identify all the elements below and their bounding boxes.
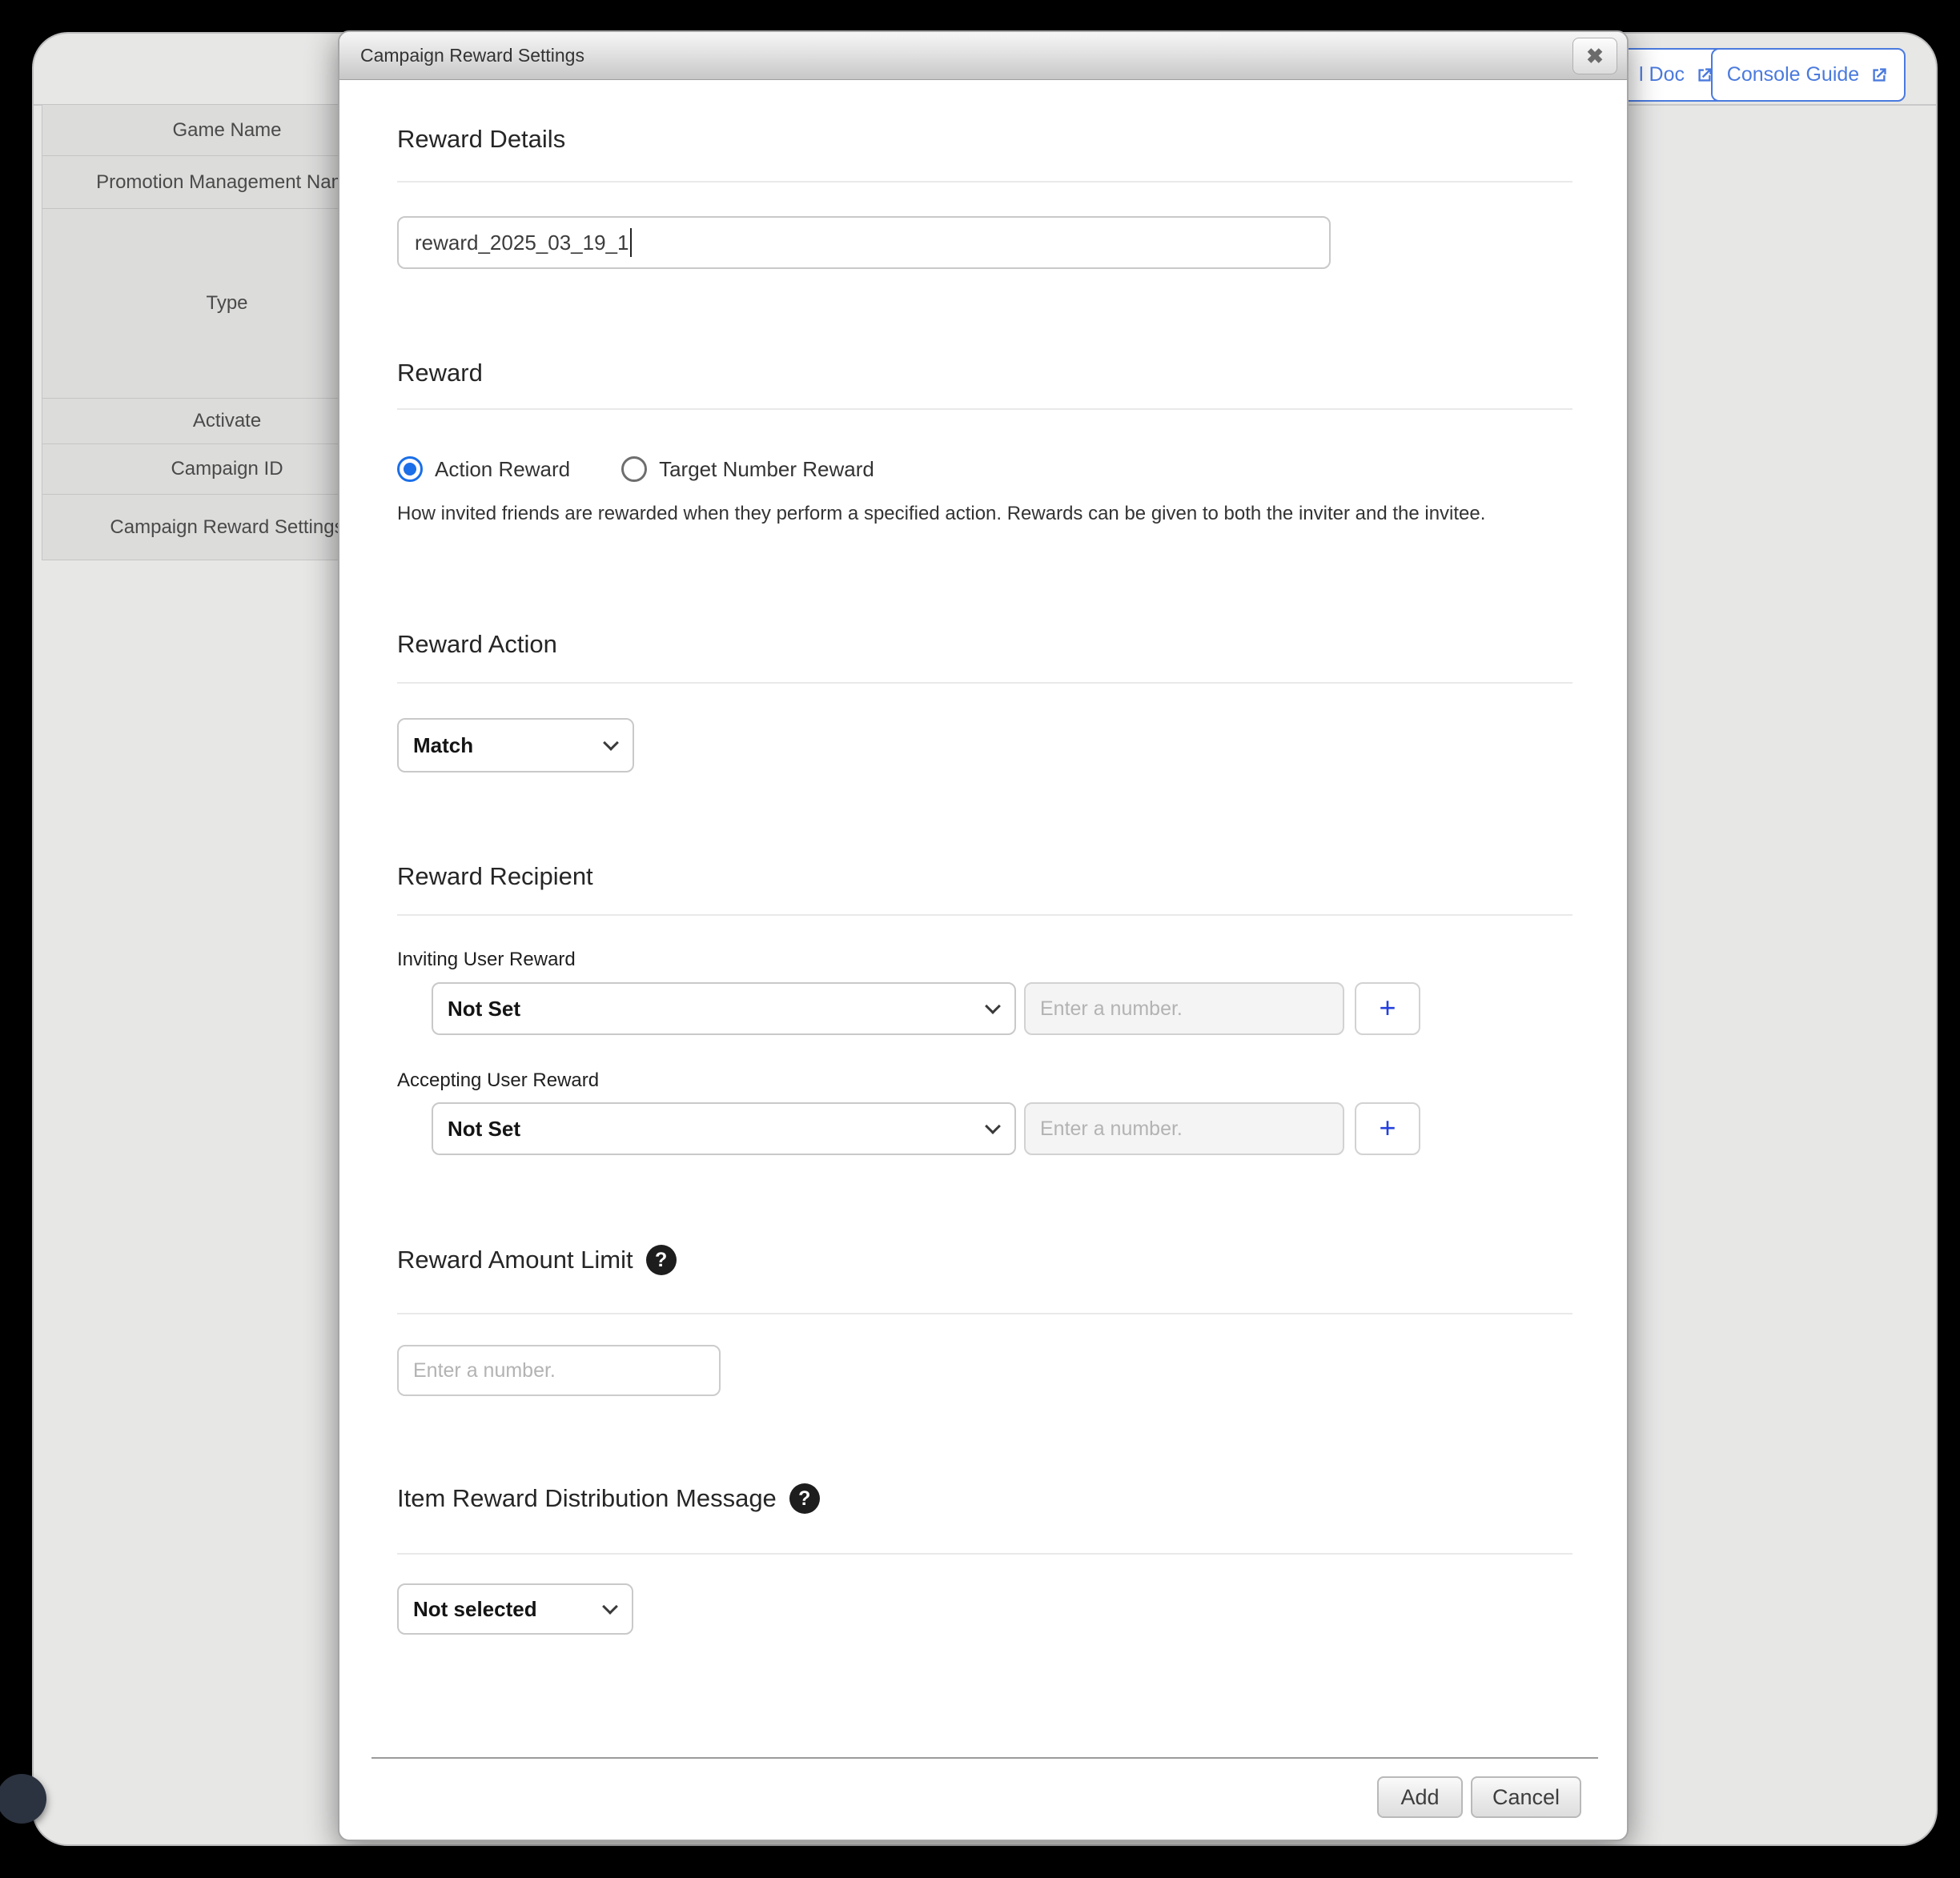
doc-button-label: l Doc	[1639, 63, 1685, 86]
accepting-user-reward-amount-input[interactable]	[1024, 1102, 1344, 1155]
accepting-user-reward-selected-value: Not Set	[448, 1117, 520, 1142]
cancel-button[interactable]: Cancel	[1471, 1776, 1581, 1818]
reward-type-radio-group: Action Reward Target Number Reward	[397, 456, 874, 482]
item-reward-message-selected-value: Not selected	[413, 1597, 537, 1622]
reward-action-selected-value: Match	[413, 733, 473, 758]
inviting-user-reward-label: Inviting User Reward	[397, 949, 576, 971]
footer-divider	[372, 1757, 1598, 1759]
reward-amount-limit-heading: Reward Amount Limit ?	[397, 1245, 677, 1275]
section-divider	[397, 1553, 1572, 1555]
external-link-icon	[1869, 65, 1890, 86]
accepting-user-reward-label: Accepting User Reward	[397, 1069, 599, 1092]
dialog-title: Campaign Reward Settings	[360, 45, 584, 66]
accepting-user-reward-add-button[interactable]: +	[1355, 1102, 1420, 1155]
section-divider	[397, 1313, 1572, 1314]
plus-icon: +	[1379, 993, 1396, 1022]
item-reward-distribution-message-heading: Item Reward Distribution Message ?	[397, 1483, 820, 1514]
reward-action-heading-text: Reward Action	[397, 630, 557, 659]
section-divider	[397, 408, 1572, 410]
section-divider	[397, 682, 1572, 684]
reward-amount-limit-heading-text: Reward Amount Limit	[397, 1246, 633, 1274]
radio-unselected-icon	[621, 456, 647, 482]
reward-action-select[interactable]: Match	[397, 718, 634, 772]
chevron-down-icon	[602, 1599, 618, 1615]
reward-name-input[interactable]: reward_2025_03_19_1	[397, 216, 1331, 269]
accepting-user-reward-select[interactable]: Not Set	[432, 1102, 1016, 1155]
radio-target-number-reward[interactable]: Target Number Reward	[621, 456, 874, 482]
section-divider	[397, 181, 1572, 183]
reward-action-heading: Reward Action	[397, 630, 557, 659]
radio-action-reward[interactable]: Action Reward	[397, 456, 570, 482]
inviting-user-reward-add-button[interactable]: +	[1355, 982, 1420, 1035]
dialog-titlebar: Campaign Reward Settings ✖	[339, 32, 1627, 80]
item-reward-distribution-message-heading-text: Item Reward Distribution Message	[397, 1484, 777, 1513]
radio-target-number-reward-label: Target Number Reward	[659, 457, 874, 482]
section-divider	[397, 914, 1572, 916]
chevron-down-icon	[985, 998, 1001, 1014]
plus-icon: +	[1379, 1114, 1396, 1142]
console-guide-label: Console Guide	[1727, 63, 1859, 86]
reward-heading: Reward	[397, 359, 483, 387]
radio-selected-icon	[397, 456, 423, 482]
reward-details-heading: Reward Details	[397, 125, 565, 154]
help-icon[interactable]: ?	[789, 1483, 820, 1514]
chevron-down-icon	[603, 735, 619, 751]
chevron-down-icon	[985, 1118, 1001, 1134]
reward-heading-text: Reward	[397, 359, 483, 387]
close-icon: ✖	[1586, 46, 1604, 66]
reward-recipient-heading-text: Reward Recipient	[397, 862, 593, 891]
inviting-user-reward-selected-value: Not Set	[448, 997, 520, 1021]
inviting-user-reward-select[interactable]: Not Set	[432, 982, 1016, 1035]
text-cursor	[630, 228, 632, 257]
item-reward-distribution-message-select[interactable]: Not selected	[397, 1583, 633, 1635]
campaign-reward-settings-dialog: Campaign Reward Settings ✖ Reward Detail…	[338, 30, 1629, 1841]
reward-details-heading-text: Reward Details	[397, 125, 565, 154]
close-button[interactable]: ✖	[1572, 38, 1617, 74]
reward-name-value: reward_2025_03_19_1	[415, 231, 629, 255]
radio-action-reward-label: Action Reward	[435, 457, 570, 482]
add-button[interactable]: Add	[1377, 1776, 1463, 1818]
console-guide-button[interactable]: Console Guide	[1711, 48, 1906, 102]
inviting-user-reward-amount-input[interactable]	[1024, 982, 1344, 1035]
reward-recipient-heading: Reward Recipient	[397, 862, 593, 891]
reward-amount-limit-input[interactable]	[397, 1345, 721, 1396]
reward-description: How invited friends are rewarded when th…	[397, 500, 1572, 528]
help-icon[interactable]: ?	[646, 1245, 677, 1275]
